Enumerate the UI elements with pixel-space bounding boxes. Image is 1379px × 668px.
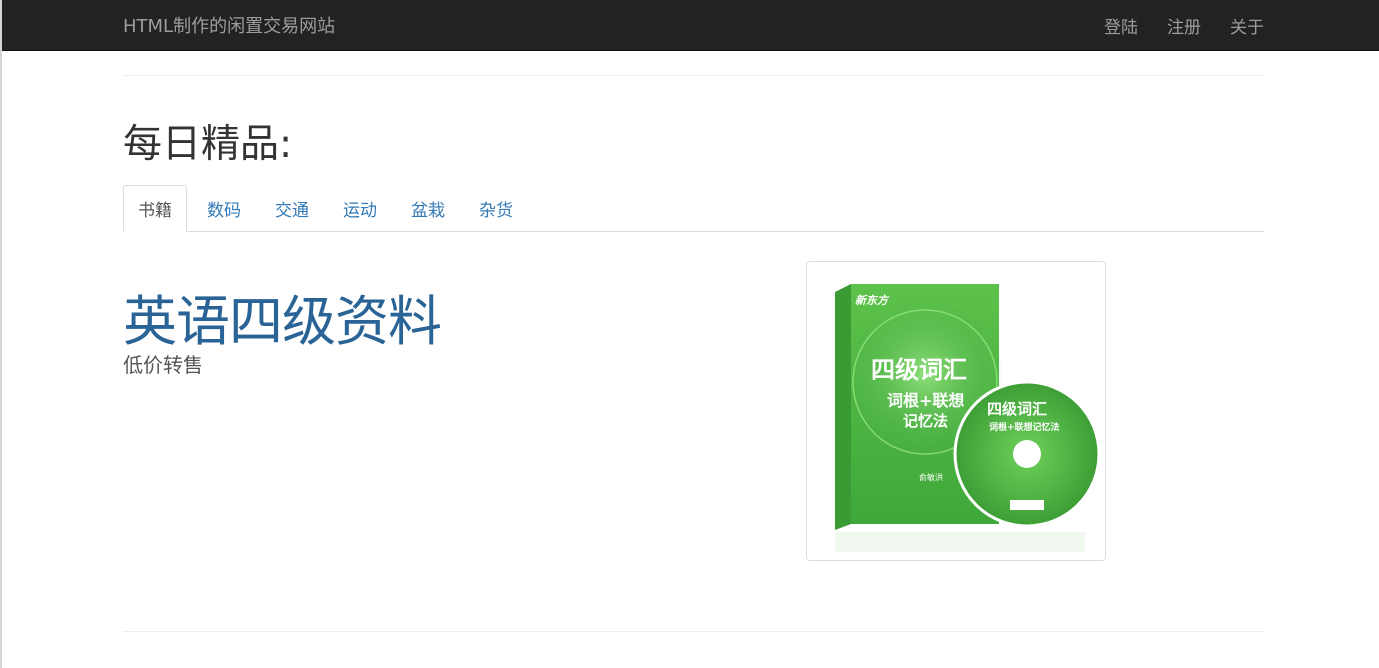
- item-title[interactable]: 英语四级资料: [123, 277, 442, 356]
- nav-login-link[interactable]: 登陆: [1104, 13, 1138, 38]
- book-author: 俞敏洪: [919, 472, 943, 482]
- tab-books[interactable]: 书籍: [123, 185, 187, 232]
- bottom-divider: [123, 631, 1264, 632]
- tab-sports[interactable]: 运动: [329, 185, 391, 231]
- nav-register-link[interactable]: 注册: [1167, 13, 1201, 38]
- top-navbar: HTML制作的闲置交易网站 登陆 注册 关于: [2, 0, 1379, 51]
- book-method: 记忆法: [903, 412, 948, 430]
- site-brand[interactable]: HTML制作的闲置交易网站: [123, 12, 335, 38]
- nav-about-link[interactable]: 关于: [1230, 13, 1264, 38]
- top-divider: [123, 75, 1264, 76]
- book-title: 四级词汇: [871, 355, 967, 384]
- disc-subtitle: 词根+联想记忆法: [989, 421, 1060, 433]
- product-image[interactable]: 新东方 四级词汇 词根+联想 记忆法 俞敏洪 四级词汇 词根+联想记忆法: [806, 261, 1106, 561]
- tab-digital[interactable]: 数码: [193, 185, 255, 231]
- nav-links: 登陆 注册 关于: [1104, 13, 1264, 38]
- disc-title: 四级词汇: [987, 400, 1047, 418]
- book-subtitle: 词根+联想: [887, 391, 964, 410]
- item-subtitle: 低价转售: [123, 353, 203, 377]
- publisher-mark: 新东方: [855, 294, 890, 307]
- page-title: 每日精品:: [123, 122, 293, 167]
- tab-plants[interactable]: 盆栽: [397, 185, 459, 231]
- tab-misc[interactable]: 杂货: [465, 185, 527, 231]
- category-tabs: 书籍 数码 交通 运动 盆栽 杂货: [123, 185, 1264, 232]
- tab-transport[interactable]: 交通: [261, 185, 323, 231]
- book-cover-illustration: 新东方 四级词汇 词根+联想 记忆法 俞敏洪 四级词汇 词根+联想记忆法: [807, 262, 1105, 560]
